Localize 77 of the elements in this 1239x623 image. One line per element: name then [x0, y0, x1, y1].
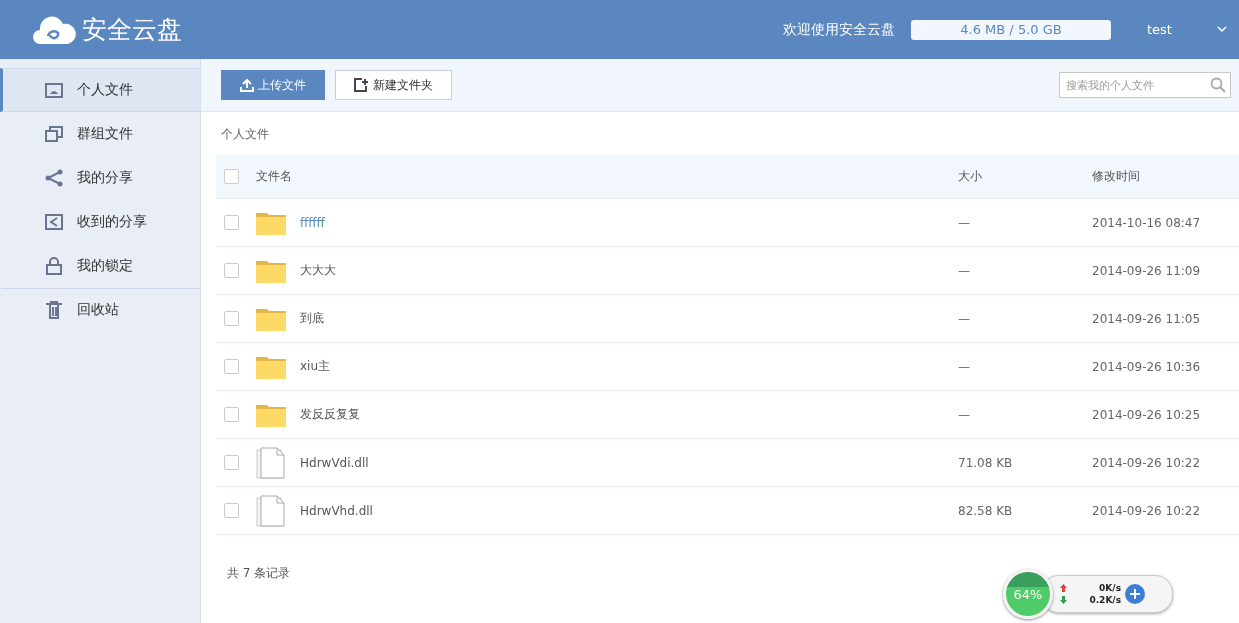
search-icon[interactable]: [1210, 77, 1226, 93]
file-name[interactable]: xiu主: [300, 358, 331, 375]
chevron-down-icon[interactable]: [1217, 26, 1227, 33]
checkbox[interactable]: [224, 263, 239, 278]
checkbox[interactable]: [224, 359, 239, 374]
breadcrumb: 个人文件: [220, 126, 270, 143]
checkbox[interactable]: [224, 169, 239, 184]
sidebar-label: 我的分享: [77, 169, 133, 187]
plus-button[interactable]: [1125, 584, 1145, 604]
sidebar-item[interactable]: 回收站: [0, 288, 200, 332]
column-header: 修改时间: [1092, 168, 1141, 185]
time-cell-text: 2014-09-26 10:25: [1092, 407, 1202, 422]
time-cell-text: 2014-09-26 10:22: [1092, 503, 1202, 518]
file-name[interactable]: ffffff: [300, 215, 325, 230]
file-name[interactable]: 到底: [300, 310, 324, 327]
upload-icon: [240, 78, 254, 92]
upload-speed: 0K/s: [1098, 583, 1121, 593]
add-folder-icon: [354, 78, 369, 92]
size-cell-text: —: [958, 263, 971, 278]
share-icon: [45, 169, 63, 187]
column-header: 文件名: [256, 168, 293, 185]
file-icon: [256, 446, 286, 479]
new-folder-button[interactable]: 新建文件夹: [335, 70, 452, 100]
sidebar-item[interactable]: 个人文件: [0, 68, 200, 112]
username[interactable]: test: [1147, 22, 1217, 37]
file-name[interactable]: HdrwVhd.dll: [300, 503, 373, 518]
welcome-text: 欢迎使用安全云盘: [783, 20, 895, 39]
record-count: 共 7 条记录: [227, 565, 291, 582]
sidebar-item[interactable]: 收到的分享: [0, 200, 200, 244]
share-box-icon: [45, 213, 63, 231]
size-cell-text: —: [958, 311, 971, 326]
sidebar-label: 收到的分享: [77, 213, 147, 231]
checkbox[interactable]: [224, 311, 239, 326]
plus-icon: [1130, 589, 1140, 599]
windows-icon: [45, 125, 63, 143]
checkbox[interactable]: [224, 215, 239, 230]
storage-quota: 4.6 MB / 5.0 GB: [911, 19, 1111, 40]
size-cell-text: —: [958, 359, 971, 374]
cloud-logo-icon: [32, 14, 76, 45]
folder-icon: [256, 402, 286, 427]
sidebar-item[interactable]: 我的分享: [0, 156, 200, 200]
folder-icon: [256, 258, 286, 283]
upload-button[interactable]: 上传文件: [221, 70, 325, 100]
download-speed: 0.2K/s: [1088, 595, 1121, 605]
column-header: 大小: [958, 168, 983, 185]
time-cell-text: 2014-10-16 08:47: [1092, 215, 1202, 230]
size-cell-text: 71.08 KB: [958, 455, 1014, 470]
sidebar-item[interactable]: 我的锁定: [0, 244, 200, 288]
lock-icon: [45, 257, 63, 275]
folder-icon: [256, 354, 286, 379]
checkbox[interactable]: [224, 455, 239, 470]
checkbox[interactable]: [224, 407, 239, 422]
folder-icon: [256, 306, 286, 331]
folder-icon: [256, 210, 286, 235]
sidebar-label: 我的锁定: [77, 257, 133, 275]
search-field[interactable]: 搜索我的个人文件: [1059, 72, 1231, 98]
size-cell-text: —: [958, 407, 971, 422]
sidebar-item[interactable]: 群组文件: [0, 112, 200, 156]
sidebar-label: 群组文件: [77, 125, 133, 143]
file-name[interactable]: HdrwVdi.dll: [300, 455, 369, 470]
time-cell-text: 2014-09-26 11:05: [1092, 311, 1202, 326]
file-icon: [256, 494, 286, 527]
time-cell-text: 2014-09-26 10:36: [1092, 359, 1202, 374]
file-name[interactable]: 发反反复复: [300, 406, 360, 423]
sidebar-label: 个人文件: [77, 81, 133, 99]
arrow-down-icon: [1060, 596, 1067, 604]
arrow-up-icon: [1060, 584, 1067, 592]
logo-text: 安全云盘: [82, 14, 182, 46]
folder-icon: [45, 81, 63, 99]
time-cell-text: 2014-09-26 11:09: [1092, 263, 1202, 278]
size-cell-text: 82.58 KB: [958, 503, 1014, 518]
trash-icon: [45, 301, 63, 319]
checkbox[interactable]: [224, 503, 239, 518]
sidebar-label: 回收站: [77, 301, 119, 319]
size-cell-text: —: [958, 215, 971, 230]
time-cell-text: 2014-09-26 10:22: [1092, 455, 1202, 470]
file-name[interactable]: 大大大: [300, 262, 336, 279]
